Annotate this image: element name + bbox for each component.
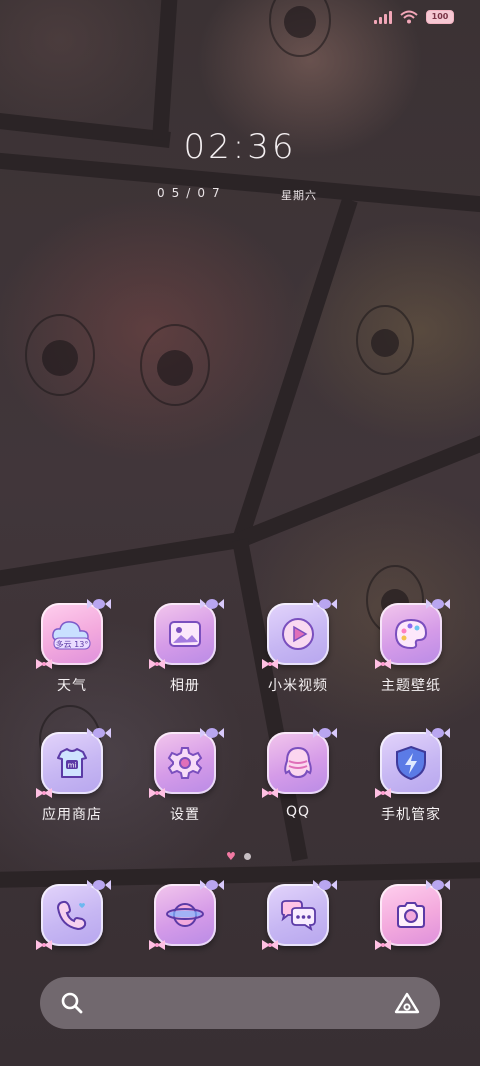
candy-decoration-icon (87, 880, 111, 890)
bow-decoration-icon (149, 788, 165, 798)
candy-decoration-icon (426, 728, 450, 738)
security-shield-icon (396, 745, 426, 781)
assistant-icon[interactable] (394, 991, 420, 1015)
bow-decoration-icon (262, 940, 278, 950)
browser-planet-icon (166, 903, 204, 927)
camera-icon (397, 902, 425, 928)
current-page-heart-icon: ♥ (226, 850, 236, 863)
app-label-app-store: 应用商店 (42, 807, 102, 823)
gear-icon (167, 747, 203, 779)
page-dot[interactable] (243, 853, 251, 860)
wifi-icon (400, 10, 418, 24)
bow-decoration-icon (36, 788, 52, 798)
phone-app-icon[interactable] (36, 880, 111, 950)
app-store-app-icon[interactable]: mi (36, 728, 111, 798)
bow-decoration-icon (262, 659, 278, 669)
candy-decoration-icon (426, 599, 450, 609)
bow-decoration-icon (375, 940, 391, 950)
settings-app-icon[interactable] (149, 728, 224, 798)
signal-icon (374, 10, 392, 24)
search-bar[interactable] (40, 977, 440, 1029)
app-label-themes: 主题壁纸 (381, 678, 441, 694)
app-qq[interactable]: QQ (246, 728, 350, 820)
themes-app-icon[interactable] (375, 599, 450, 669)
clock-time[interactable]: 02:36 (0, 127, 480, 167)
app-store-badge-text: mi (68, 762, 77, 770)
app-label-settings: 设置 (170, 807, 200, 823)
weather-badge-text: 多云 13° (56, 639, 89, 649)
gallery-app-icon[interactable] (149, 599, 224, 669)
bow-decoration-icon (36, 659, 52, 669)
status-bar: 100 (374, 10, 454, 24)
gallery-icon (169, 621, 201, 647)
candy-decoration-icon (200, 599, 224, 609)
dock-camera[interactable] (359, 880, 463, 950)
candy-decoration-icon (426, 880, 450, 890)
video-app-icon[interactable] (262, 599, 337, 669)
bow-decoration-icon (149, 940, 165, 950)
weather-app-icon[interactable]: 多云 13° (36, 599, 111, 669)
dock-phone[interactable] (20, 880, 124, 950)
camera-app-icon[interactable] (375, 880, 450, 950)
app-settings[interactable]: 设置 (133, 728, 237, 824)
bow-decoration-icon (149, 659, 165, 669)
qq-penguin-icon (284, 746, 312, 779)
app-themes[interactable]: 主题壁纸 (359, 599, 463, 695)
bow-decoration-icon (36, 940, 52, 950)
candy-decoration-icon (200, 880, 224, 890)
app-mi-video[interactable]: 小米视频 (246, 599, 350, 695)
app-label-mi-video: 小米视频 (268, 678, 328, 694)
messages-app-icon[interactable] (262, 880, 337, 950)
qq-app-icon[interactable] (262, 728, 337, 798)
candy-decoration-icon (313, 880, 337, 890)
clock-weekday: 星期六 (281, 189, 317, 202)
clock-date: 05/07 (157, 186, 227, 200)
candy-decoration-icon (200, 728, 224, 738)
candy-decoration-icon (87, 599, 111, 609)
app-gallery[interactable]: 相册 (133, 599, 237, 695)
weather-icon: 多云 13° (52, 621, 91, 650)
dock-browser[interactable] (133, 880, 237, 950)
browser-app-icon[interactable] (149, 880, 224, 950)
candy-decoration-icon (313, 728, 337, 738)
app-label-weather: 天气 (57, 678, 87, 694)
battery-level: 100 (431, 12, 449, 21)
battery-icon: 100 (426, 10, 454, 24)
app-weather[interactable]: 多云 13° 天气 (20, 599, 124, 695)
dock-messages[interactable] (246, 880, 350, 950)
security-app-icon[interactable] (375, 728, 450, 798)
app-security[interactable]: 手机管家 (359, 728, 463, 824)
app-store-icon: mi (57, 748, 87, 778)
bow-decoration-icon (375, 659, 391, 669)
bow-decoration-icon (375, 788, 391, 798)
app-label-qq: QQ (285, 804, 311, 820)
palette-icon (394, 618, 428, 650)
candy-decoration-icon (313, 599, 337, 609)
app-store[interactable]: mi 应用商店 (20, 728, 124, 824)
video-icon (282, 618, 314, 650)
app-label-security: 手机管家 (381, 807, 441, 823)
bow-decoration-icon (262, 788, 278, 798)
page-indicator: ♥ (226, 851, 251, 862)
search-icon[interactable] (60, 991, 84, 1015)
messages-icon (281, 900, 316, 932)
app-label-gallery: 相册 (170, 678, 200, 694)
candy-decoration-icon (87, 728, 111, 738)
phone-icon (56, 900, 87, 931)
